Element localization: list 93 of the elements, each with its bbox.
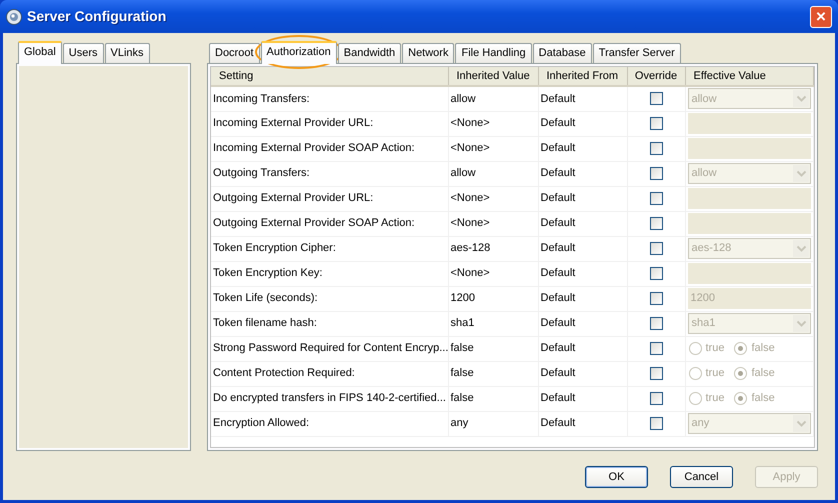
value-dropdown[interactable]: allow xyxy=(688,88,811,110)
table-cell: Default xyxy=(540,192,576,204)
tab[interactable]: Bandwidth xyxy=(338,42,402,63)
value-dropdown[interactable]: aes-128 xyxy=(688,238,811,259)
override-checkbox[interactable] xyxy=(650,167,662,180)
override-checkbox[interactable] xyxy=(650,392,662,405)
override-checkbox[interactable] xyxy=(650,417,662,430)
table-cell: Incoming Transfers: xyxy=(213,92,310,104)
table-cell: Token Life (seconds): xyxy=(213,292,318,304)
override-checkbox[interactable] xyxy=(650,217,662,230)
table-cell: <None> xyxy=(450,217,490,230)
tab[interactable]: VLinks xyxy=(104,42,150,63)
tab[interactable]: Authorization xyxy=(260,40,337,64)
column-header: Inherited Value xyxy=(448,67,538,86)
tab[interactable]: Transfer Server xyxy=(592,42,681,63)
table-cell: Outgoing External Provider SOAP Action: xyxy=(213,217,415,230)
column-header: Effective Value xyxy=(685,67,814,86)
tab[interactable]: File Handling xyxy=(455,42,532,63)
override-checkbox[interactable] xyxy=(650,342,662,355)
window-title: Server Configuration xyxy=(27,7,166,26)
table-cell: Encryption Allowed: xyxy=(213,417,309,430)
table-cell: Token filename hash: xyxy=(213,317,317,330)
value-dropdown[interactable]: any xyxy=(688,413,811,434)
override-checkbox[interactable] xyxy=(650,317,662,330)
radio-option[interactable]: true xyxy=(688,390,724,407)
override-checkbox[interactable] xyxy=(650,92,662,106)
override-checkbox[interactable] xyxy=(650,192,662,205)
table-cell: aes-128 xyxy=(450,242,490,254)
table-cell: Default xyxy=(540,92,576,104)
table-cell: Default xyxy=(540,392,576,404)
table-cell: 1200 xyxy=(450,292,475,304)
column-header: Override xyxy=(627,67,685,86)
table-cell: false xyxy=(450,367,474,380)
tab[interactable]: Users xyxy=(62,42,104,63)
dialog-button[interactable]: OK xyxy=(585,466,648,488)
radio-option[interactable]: true xyxy=(688,365,724,382)
value-field[interactable] xyxy=(688,213,811,234)
tab[interactable]: Global xyxy=(18,40,62,64)
override-checkbox[interactable] xyxy=(650,117,662,130)
override-checkbox[interactable] xyxy=(650,267,662,280)
table-cell: Default xyxy=(540,142,576,154)
radio-option[interactable]: true xyxy=(688,340,724,357)
table-cell: Default xyxy=(540,117,576,130)
table-cell: Strong Password Required for Content Encryp... xyxy=(213,342,448,354)
dialog-button[interactable]: Cancel xyxy=(670,466,733,488)
table-cell: Outgoing Transfers: xyxy=(213,167,310,180)
value-field[interactable] xyxy=(688,113,811,134)
radio-option[interactable]: false xyxy=(734,365,775,382)
table-cell: Default xyxy=(540,317,576,330)
value-dropdown[interactable]: allow xyxy=(688,163,811,184)
table-cell: Default xyxy=(540,267,576,280)
table-cell: false xyxy=(450,342,474,354)
tab[interactable]: Database xyxy=(532,42,592,63)
value-dropdown[interactable]: sha1 xyxy=(688,313,811,334)
value-field[interactable] xyxy=(688,138,811,159)
value-field[interactable]: 1200 xyxy=(688,288,811,309)
override-checkbox[interactable] xyxy=(650,142,662,155)
table-cell: Default xyxy=(540,242,576,254)
tab[interactable]: Network xyxy=(402,42,454,63)
table-cell: Token Encryption Cipher: xyxy=(213,242,336,254)
column-header: Inherited From xyxy=(538,67,627,86)
radio-option[interactable]: false xyxy=(734,340,775,357)
value-field[interactable] xyxy=(688,188,811,209)
column-header: Setting xyxy=(211,67,448,86)
table-cell: sha1 xyxy=(450,317,474,330)
table-cell: Default xyxy=(540,417,576,430)
table-cell: <None> xyxy=(450,117,490,130)
table-cell: any xyxy=(450,417,468,430)
table-cell: false xyxy=(450,392,474,404)
table-cell: Incoming External Provider URL: xyxy=(213,117,374,130)
table-cell: Default xyxy=(540,342,576,354)
table-cell: Default xyxy=(540,217,576,230)
table-cell: allow xyxy=(450,167,476,180)
tab[interactable]: Docroot xyxy=(209,42,260,63)
table-cell: <None> xyxy=(450,267,490,280)
table-cell: <None> xyxy=(450,192,490,204)
app-icon xyxy=(6,8,22,24)
table-cell: Outgoing External Provider URL: xyxy=(213,192,374,204)
table-cell: Do encrypted transfers in FIPS 140-2-certified... xyxy=(213,392,446,404)
override-checkbox[interactable] xyxy=(650,242,662,255)
override-checkbox[interactable] xyxy=(650,367,662,380)
radio-option[interactable]: false xyxy=(734,390,775,407)
table-cell: Content Protection Required: xyxy=(213,367,355,380)
override-checkbox[interactable] xyxy=(650,292,662,305)
table-cell: Default xyxy=(540,167,576,180)
table-cell: Default xyxy=(540,367,576,380)
value-field[interactable] xyxy=(688,263,811,284)
table-cell: <None> xyxy=(450,142,490,154)
table-cell: Incoming External Provider SOAP Action: xyxy=(213,142,415,154)
table-cell: Default xyxy=(540,292,576,304)
table-cell: Token Encryption Key: xyxy=(213,267,322,280)
table-cell: allow xyxy=(450,92,476,104)
close-button[interactable]: × xyxy=(810,6,832,28)
